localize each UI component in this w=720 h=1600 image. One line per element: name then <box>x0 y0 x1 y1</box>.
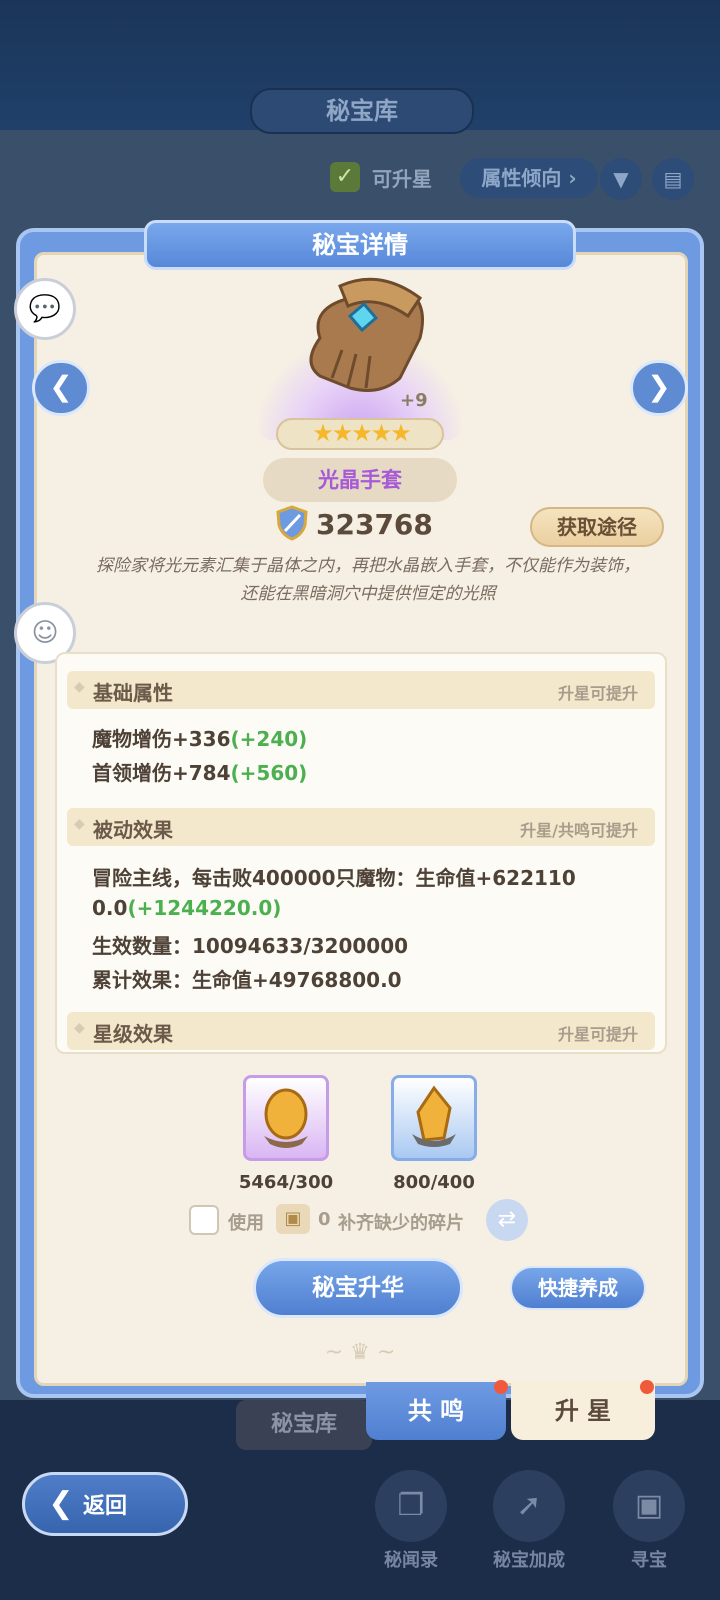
chat-icon[interactable]: 💬 <box>14 278 76 340</box>
chest-fragment-icon: ▣ <box>276 1204 310 1234</box>
passive-effect-title: 被动效果 <box>93 818 173 842</box>
use-count: 0 <box>318 1209 331 1230</box>
tab-resonance[interactable]: 共 鸣 <box>366 1382 506 1440</box>
material-count: 800/400 <box>393 1172 475 1193</box>
previous-arrow-button[interactable]: ❮ <box>32 360 90 416</box>
passive-line-continued: 0.0(+1244220.0) <box>92 896 282 920</box>
glove-icon <box>309 277 424 392</box>
background-title: 秘宝库 <box>250 88 474 134</box>
material-slot-blue[interactable] <box>391 1075 477 1161</box>
chest-icon: ▣ <box>613 1470 685 1542</box>
diamond-icon: ◆ <box>74 816 85 832</box>
tab-treasure-vault[interactable]: 秘宝库 <box>236 1400 372 1450</box>
attribute-filter-label: 属性倾向 <box>481 166 562 190</box>
back-button[interactable]: ❮ 返回 <box>22 1472 188 1536</box>
effect-count: 生效数量：10094633/3200000 <box>92 934 409 958</box>
notification-dot <box>640 1380 654 1394</box>
passive-effect-note: 升星/共鸣可提升 <box>520 821 638 840</box>
basic-attributes-note: 升星可提升 <box>557 684 638 703</box>
ornament-icon: ~ ♛ ~ <box>324 1340 396 1365</box>
passive-line: 冒险主线，每击败400000只魔物：生命值+622110 <box>92 866 576 890</box>
attribute-filter-button[interactable]: 属性倾向 › <box>460 158 598 198</box>
upgradable-checkbox[interactable]: ✓ <box>330 162 360 192</box>
upgradable-label: 可升星 <box>372 167 432 191</box>
item-name: 光晶手套 <box>263 458 457 502</box>
amber-shard-icon <box>264 1088 308 1148</box>
amber-crystal-icon <box>412 1085 456 1147</box>
book-icon: ❐ <box>375 1470 447 1542</box>
star-effect-note: 升星可提升 <box>557 1025 638 1044</box>
nav-label: 寻宝 <box>631 1550 667 1571</box>
material-slot-purple[interactable] <box>243 1075 329 1161</box>
notification-dot <box>494 1380 508 1394</box>
use-fragment-checkbox[interactable] <box>189 1205 219 1235</box>
back-label: 返回 <box>83 1494 128 1519</box>
shield-sword-icon <box>276 505 308 541</box>
use-label: 使用 <box>228 1213 264 1234</box>
nav-label: 秘宝加成 <box>493 1550 565 1571</box>
tab-star-up[interactable]: 升 星 <box>511 1382 655 1440</box>
cumulative-effect: 累计效果：生命值+49768800.0 <box>92 968 402 992</box>
swap-icon[interactable]: ⇄ <box>486 1199 528 1241</box>
nav-label: 秘闻录 <box>384 1550 438 1571</box>
obtain-source-button[interactable]: 获取途径 <box>530 507 664 547</box>
power-value: 323768 <box>316 508 433 541</box>
nav-treasure-bonus[interactable]: ➚ 秘宝加成 <box>474 1470 584 1572</box>
attribute-line: 首领增伤+784(+560) <box>92 761 308 785</box>
nav-treasure-hunt[interactable]: ▣ 寻宝 <box>594 1470 704 1572</box>
diamond-icon: ◆ <box>74 1020 85 1036</box>
quick-develop-button[interactable]: 快捷养成 <box>510 1266 646 1310</box>
nav-secret-record[interactable]: ❐ 秘闻录 <box>356 1470 466 1572</box>
material-count: 5464/300 <box>238 1172 334 1193</box>
treasure-ascend-button[interactable]: 秘宝升华 <box>253 1258 463 1318</box>
next-arrow-button[interactable]: ❯ <box>630 360 688 416</box>
arrow-up-icon: ➚ <box>493 1470 565 1542</box>
star-rating: ★★★★★ <box>312 419 412 447</box>
attribute-panel <box>55 652 667 1054</box>
basic-attributes-title: 基础属性 <box>93 681 173 705</box>
attribute-line: 魔物增伤+336(+240) <box>92 727 308 751</box>
filter-icon[interactable]: ▼ <box>600 158 642 200</box>
item-description: 探险家将光元素汇集于晶体之内，再把水晶嵌入手套，不仅能作为装饰，还能在黑暗洞穴中… <box>96 556 640 604</box>
enhance-level: +9 <box>400 390 428 411</box>
diamond-icon: ◆ <box>74 679 85 695</box>
star-effect-title: 星级效果 <box>93 1022 173 1046</box>
use-suffix: 补齐缺少的碎片 <box>338 1213 464 1234</box>
list-icon[interactable]: ▤ <box>652 158 694 200</box>
dialog-title: 秘宝详情 <box>144 220 576 270</box>
back-arrow-icon: ❮ <box>48 1486 74 1521</box>
